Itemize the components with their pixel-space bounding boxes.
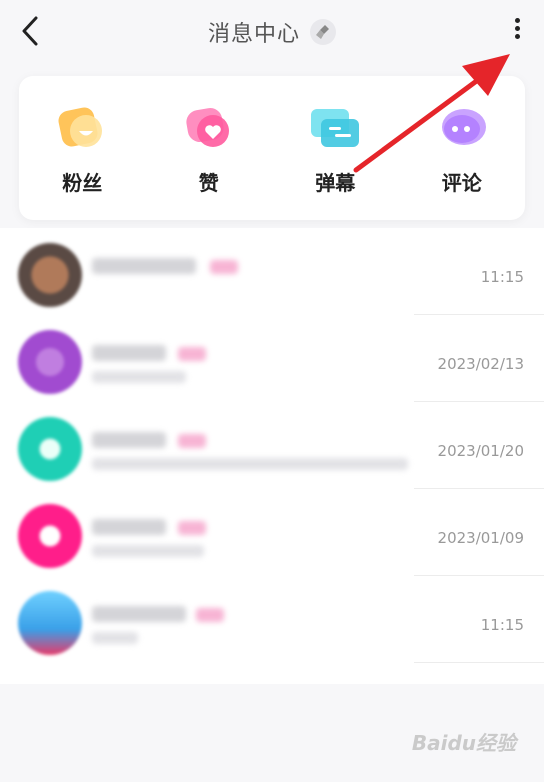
like-heart-icon [181,101,237,157]
blurred-tag [178,434,206,448]
blurred-tag [210,260,238,274]
danmaku-icon [307,101,363,157]
category-comments[interactable]: 评论 [412,101,512,196]
blurred-tag [178,521,206,535]
avatar [18,504,82,568]
blurred-tag [196,608,224,622]
category-fans[interactable]: 粉丝 [32,101,132,196]
avatar [18,243,82,307]
blurred-message [92,458,408,470]
avatar [18,330,82,394]
blurred-tag [178,347,206,361]
category-card: 粉丝 赞 弹幕 评论 [19,76,525,220]
message-time: 11:15 [480,616,524,634]
avatar [18,591,82,655]
more-dots-icon [514,18,520,23]
category-label: 赞 [198,170,219,195]
watermark-logo: Baidu经验 [411,731,516,755]
page-title: 消息中心 [207,22,300,47]
message-row[interactable]: 11:15 [0,228,544,315]
message-time: 11:15 [480,268,524,286]
more-options-button[interactable] [508,16,526,46]
category-danmaku[interactable]: 弹幕 [285,101,385,196]
category-label: 弹幕 [315,170,356,195]
fans-icon [54,101,110,157]
message-row[interactable]: 2023/01/09 [0,489,544,576]
message-list: 11:15 2023/02/13 2023/01/20 2023/01/09 1… [0,228,544,684]
message-row[interactable]: 11:15 [0,576,544,663]
divider [414,662,544,663]
message-row[interactable]: 2023/01/20 [0,402,544,489]
blurred-message [92,632,138,644]
blurred-message [92,545,204,557]
blurred-username [92,606,186,622]
blurred-username [92,258,196,274]
category-likes[interactable]: 赞 [159,101,259,196]
blurred-username [92,345,166,361]
message-time: 2023/01/20 [437,442,524,460]
clear-broom-icon[interactable] [310,19,336,45]
blurred-username [92,519,166,535]
blurred-message [92,371,186,383]
message-time: 2023/01/09 [437,529,524,547]
message-row[interactable]: 2023/02/13 [0,315,544,402]
message-time: 2023/02/13 [437,355,524,373]
comment-icon [434,101,490,157]
avatar [18,417,82,481]
category-label: 粉丝 [62,170,103,195]
blurred-username [92,432,166,448]
category-label: 评论 [441,170,482,195]
top-bar: 消息中心 [0,0,544,64]
